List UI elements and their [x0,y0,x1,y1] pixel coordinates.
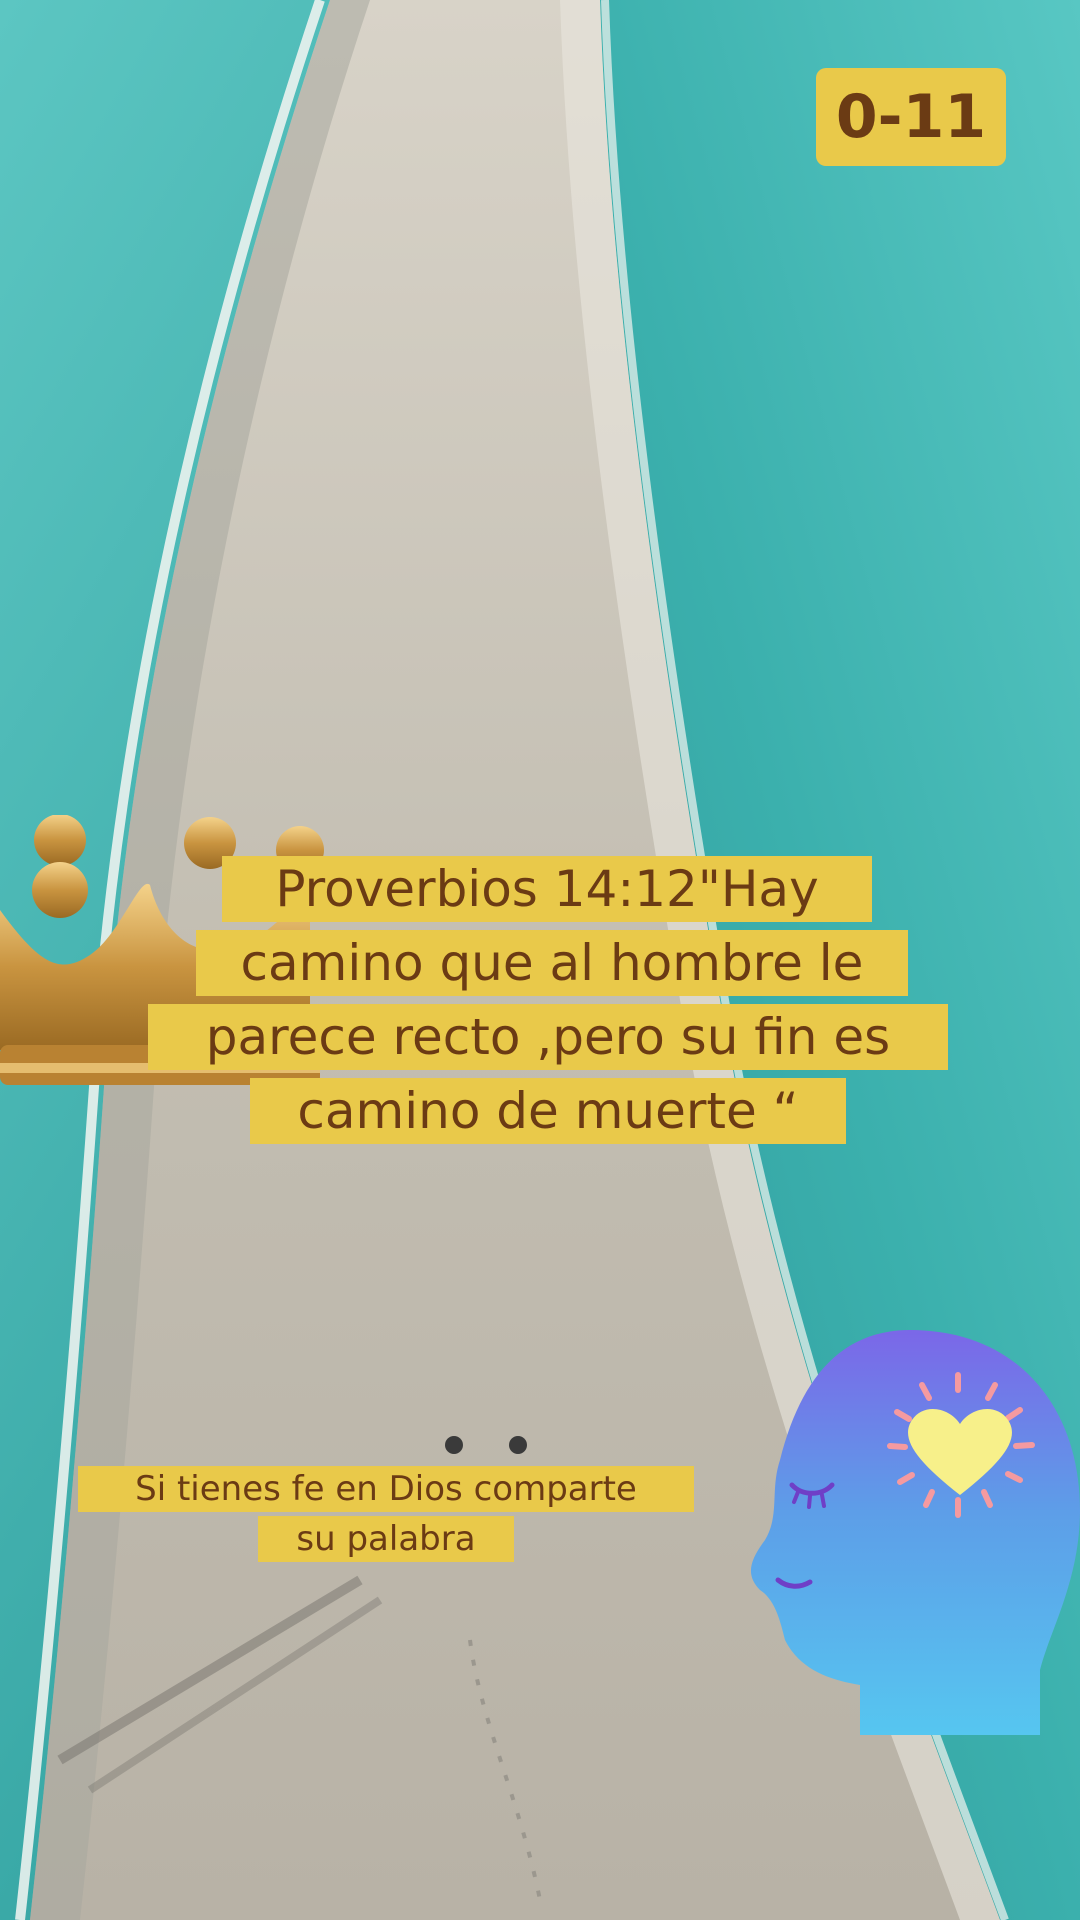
verse-line-1: Proverbios 14:12"Hay [222,856,872,922]
verse-line-3: parece recto ,pero su fin es [148,1004,948,1070]
counter-badge: 0-11 [816,68,1006,166]
verse-line-4: camino de muerte “ [250,1078,846,1144]
share-prompt-line-1: Si tienes fe en Dios comparte [78,1466,694,1512]
mindful-head-heart-icon [750,1330,1080,1735]
share-prompt-line-2: su palabra [258,1516,514,1562]
video-frame: 0-11 Proverbios 14:12"Hay camino que al … [0,0,1080,1920]
verse-line-2: camino que al hombre le [196,930,908,996]
